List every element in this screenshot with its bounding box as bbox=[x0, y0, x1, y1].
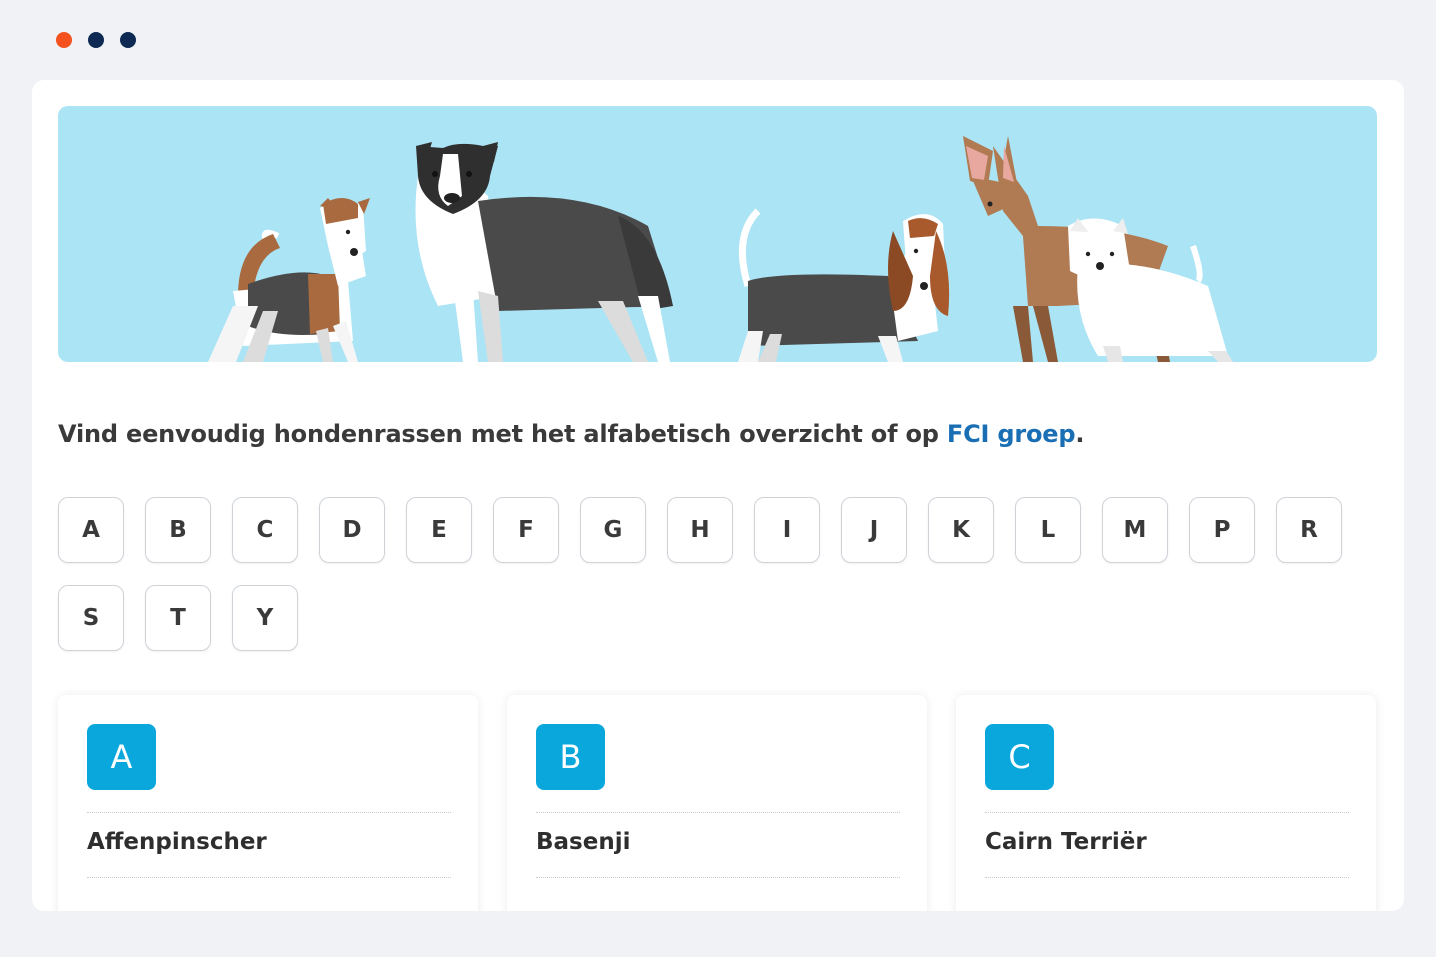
letter-button-f[interactable]: F bbox=[493, 497, 559, 563]
divider bbox=[87, 877, 451, 878]
divider bbox=[87, 812, 451, 813]
basset-hound-illustration bbox=[738, 208, 950, 362]
letter-button-d[interactable]: D bbox=[319, 497, 385, 563]
letter-button-e[interactable]: E bbox=[406, 497, 472, 563]
window-controls bbox=[56, 32, 136, 48]
letter-button-i[interactable]: I bbox=[754, 497, 820, 563]
letter-button-g[interactable]: G bbox=[580, 497, 646, 563]
hero-banner bbox=[58, 106, 1377, 362]
close-dot[interactable] bbox=[56, 32, 72, 48]
breed-card-a: A Affenpinscher bbox=[58, 695, 478, 911]
fox-terrier-illustration bbox=[208, 198, 370, 362]
letter-button-m[interactable]: M bbox=[1102, 497, 1168, 563]
breed-link[interactable]: Basenji bbox=[536, 829, 630, 855]
divider bbox=[536, 812, 900, 813]
alphabet-filter: ABCDEFGHIJKLMPR STY bbox=[58, 497, 1388, 651]
letter-button-s[interactable]: S bbox=[58, 585, 124, 651]
letter-button-h[interactable]: H bbox=[667, 497, 733, 563]
letter-button-b[interactable]: B bbox=[145, 497, 211, 563]
letter-button-a[interactable]: A bbox=[58, 497, 124, 563]
breed-link[interactable]: Affenpinscher bbox=[87, 829, 267, 855]
breed-card-c: C Cairn Terriër bbox=[956, 695, 1376, 911]
breed-link[interactable]: Cairn Terriër bbox=[985, 829, 1147, 855]
letter-button-t[interactable]: T bbox=[145, 585, 211, 651]
letter-button-p[interactable]: P bbox=[1189, 497, 1255, 563]
intro-sentence: Vind eenvoudig hondenrassen met het alfa… bbox=[58, 420, 947, 448]
letter-button-l[interactable]: L bbox=[1015, 497, 1081, 563]
fci-group-link[interactable]: FCI groep bbox=[947, 420, 1076, 448]
intro-period: . bbox=[1075, 420, 1085, 448]
minimize-dot[interactable] bbox=[88, 32, 104, 48]
letter-badge: A bbox=[87, 724, 156, 790]
browser-frame: Vind eenvoudig hondenrassen met het alfa… bbox=[0, 0, 1436, 957]
breed-cards: A Affenpinscher B Basenji C Cairn Terriër bbox=[58, 695, 1378, 911]
divider bbox=[985, 877, 1349, 878]
letter-badge: C bbox=[985, 724, 1054, 790]
content-panel: Vind eenvoudig hondenrassen met het alfa… bbox=[32, 80, 1404, 911]
letter-button-c[interactable]: C bbox=[232, 497, 298, 563]
divider bbox=[536, 877, 900, 878]
letter-button-r[interactable]: R bbox=[1276, 497, 1342, 563]
breed-card-b: B Basenji bbox=[507, 695, 927, 911]
letter-button-j[interactable]: J bbox=[841, 497, 907, 563]
intro-text: Vind eenvoudig hondenrassen met het alfa… bbox=[58, 420, 1378, 448]
letter-badge: B bbox=[536, 724, 605, 790]
letter-button-k[interactable]: K bbox=[928, 497, 994, 563]
border-collie-illustration bbox=[415, 142, 673, 362]
letter-button-y[interactable]: Y bbox=[232, 585, 298, 651]
divider bbox=[985, 812, 1349, 813]
dogs-illustration bbox=[208, 136, 1233, 362]
westie-illustration bbox=[1068, 218, 1233, 362]
maximize-dot[interactable] bbox=[120, 32, 136, 48]
